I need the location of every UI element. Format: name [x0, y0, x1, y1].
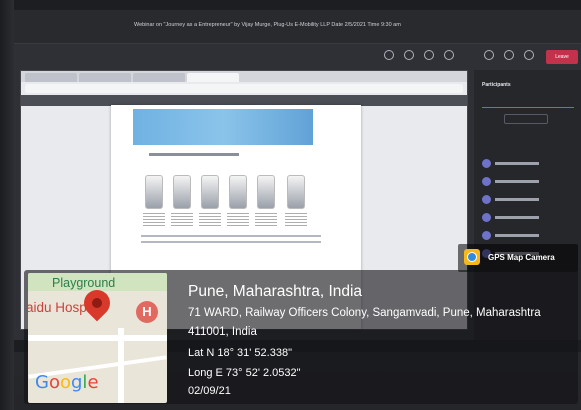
- google-logo: Google: [35, 372, 99, 393]
- document-text-line: [141, 235, 321, 237]
- share-invite-button[interactable]: [504, 114, 548, 124]
- document-heading: [149, 153, 239, 156]
- gps-brand-name: GPS Map Camera: [488, 253, 555, 262]
- browser-tab[interactable]: [79, 73, 131, 82]
- location-longitude: Long E 73° 52' 2.0532": [188, 367, 301, 379]
- avatar: [482, 177, 491, 186]
- participant-name: [495, 180, 539, 183]
- charger-image: [201, 175, 219, 209]
- microphone-icon[interactable]: [504, 50, 514, 60]
- charger-caption: [143, 213, 165, 227]
- document-banner-image: [133, 109, 313, 145]
- charger-image: [229, 175, 247, 209]
- chat-icon[interactable]: [404, 50, 414, 60]
- participant-name: [495, 162, 539, 165]
- participant-row[interactable]: [482, 158, 574, 170]
- gps-camera-icon: [464, 249, 480, 265]
- document-text-line: [141, 241, 321, 243]
- charger-image: [145, 175, 163, 209]
- charger-image: [257, 175, 275, 209]
- location-address-line2: 411001, India: [188, 326, 257, 338]
- participants-title: Participants: [482, 82, 511, 88]
- location-map: Playground aidu Hospital H Google: [28, 273, 167, 403]
- map-road: [28, 335, 167, 341]
- charger-caption: [171, 213, 193, 227]
- avatar: [482, 213, 491, 222]
- gps-app-brand: GPS Map Camera: [458, 244, 578, 272]
- meeting-title-bar: Webinar on "Journey as a Entrepreneur" b…: [14, 10, 581, 44]
- charger-image: [173, 175, 191, 209]
- google-logo-letter: e: [87, 372, 99, 393]
- hospital-icon: H: [136, 301, 158, 323]
- address-bar[interactable]: [25, 84, 463, 93]
- participant-name: [495, 234, 539, 237]
- meeting-title: Webinar on "Journey as a Entrepreneur" b…: [134, 22, 401, 28]
- google-logo-letter: o: [48, 372, 60, 393]
- photo-frame: Webinar on "Journey as a Entrepreneur" b…: [0, 0, 581, 410]
- more-options-icon[interactable]: [444, 50, 454, 60]
- raise-hand-icon[interactable]: [424, 50, 434, 60]
- participant-row[interactable]: [482, 230, 574, 242]
- google-logo-letter: G: [35, 372, 49, 393]
- avatar: [482, 195, 491, 204]
- charger-caption: [199, 213, 221, 227]
- avatar: [482, 159, 491, 168]
- charger-caption: [255, 213, 277, 227]
- location-latitude: Lat N 18° 31' 52.338": [188, 347, 292, 359]
- location-date: 02/09/21: [188, 385, 231, 397]
- charger-image: [287, 175, 305, 209]
- participant-row[interactable]: [482, 212, 574, 224]
- leave-button[interactable]: Leave: [546, 50, 578, 64]
- laptop-bezel-left: [0, 0, 14, 410]
- charger-caption: [285, 213, 307, 227]
- browser-tab-active[interactable]: [187, 73, 239, 82]
- browser-tab[interactable]: [133, 73, 185, 82]
- location-address-line1: 71 WARD, Railway Officers Colony, Sangam…: [188, 307, 541, 319]
- share-screen-icon[interactable]: [524, 50, 534, 60]
- participant-row[interactable]: [482, 176, 574, 188]
- participant-row[interactable]: [482, 194, 574, 206]
- participants-icon[interactable]: [384, 50, 394, 60]
- google-logo-letter: g: [70, 372, 83, 393]
- participant-name: [495, 198, 539, 201]
- google-logo-letter: o: [59, 372, 71, 393]
- avatar: [482, 231, 491, 240]
- camera-icon[interactable]: [484, 50, 494, 60]
- map-label-playground: Playground: [52, 276, 116, 290]
- laptop-bezel-top: [0, 0, 581, 10]
- charger-caption: [227, 213, 249, 227]
- location-pin-dot: [92, 298, 102, 308]
- location-city: Pune, Maharashtra, India: [188, 283, 363, 300]
- browser-tab[interactable]: [25, 73, 77, 82]
- invite-search-input[interactable]: [482, 98, 574, 108]
- browser-tab-strip: [21, 71, 467, 82]
- participant-name: [495, 216, 539, 219]
